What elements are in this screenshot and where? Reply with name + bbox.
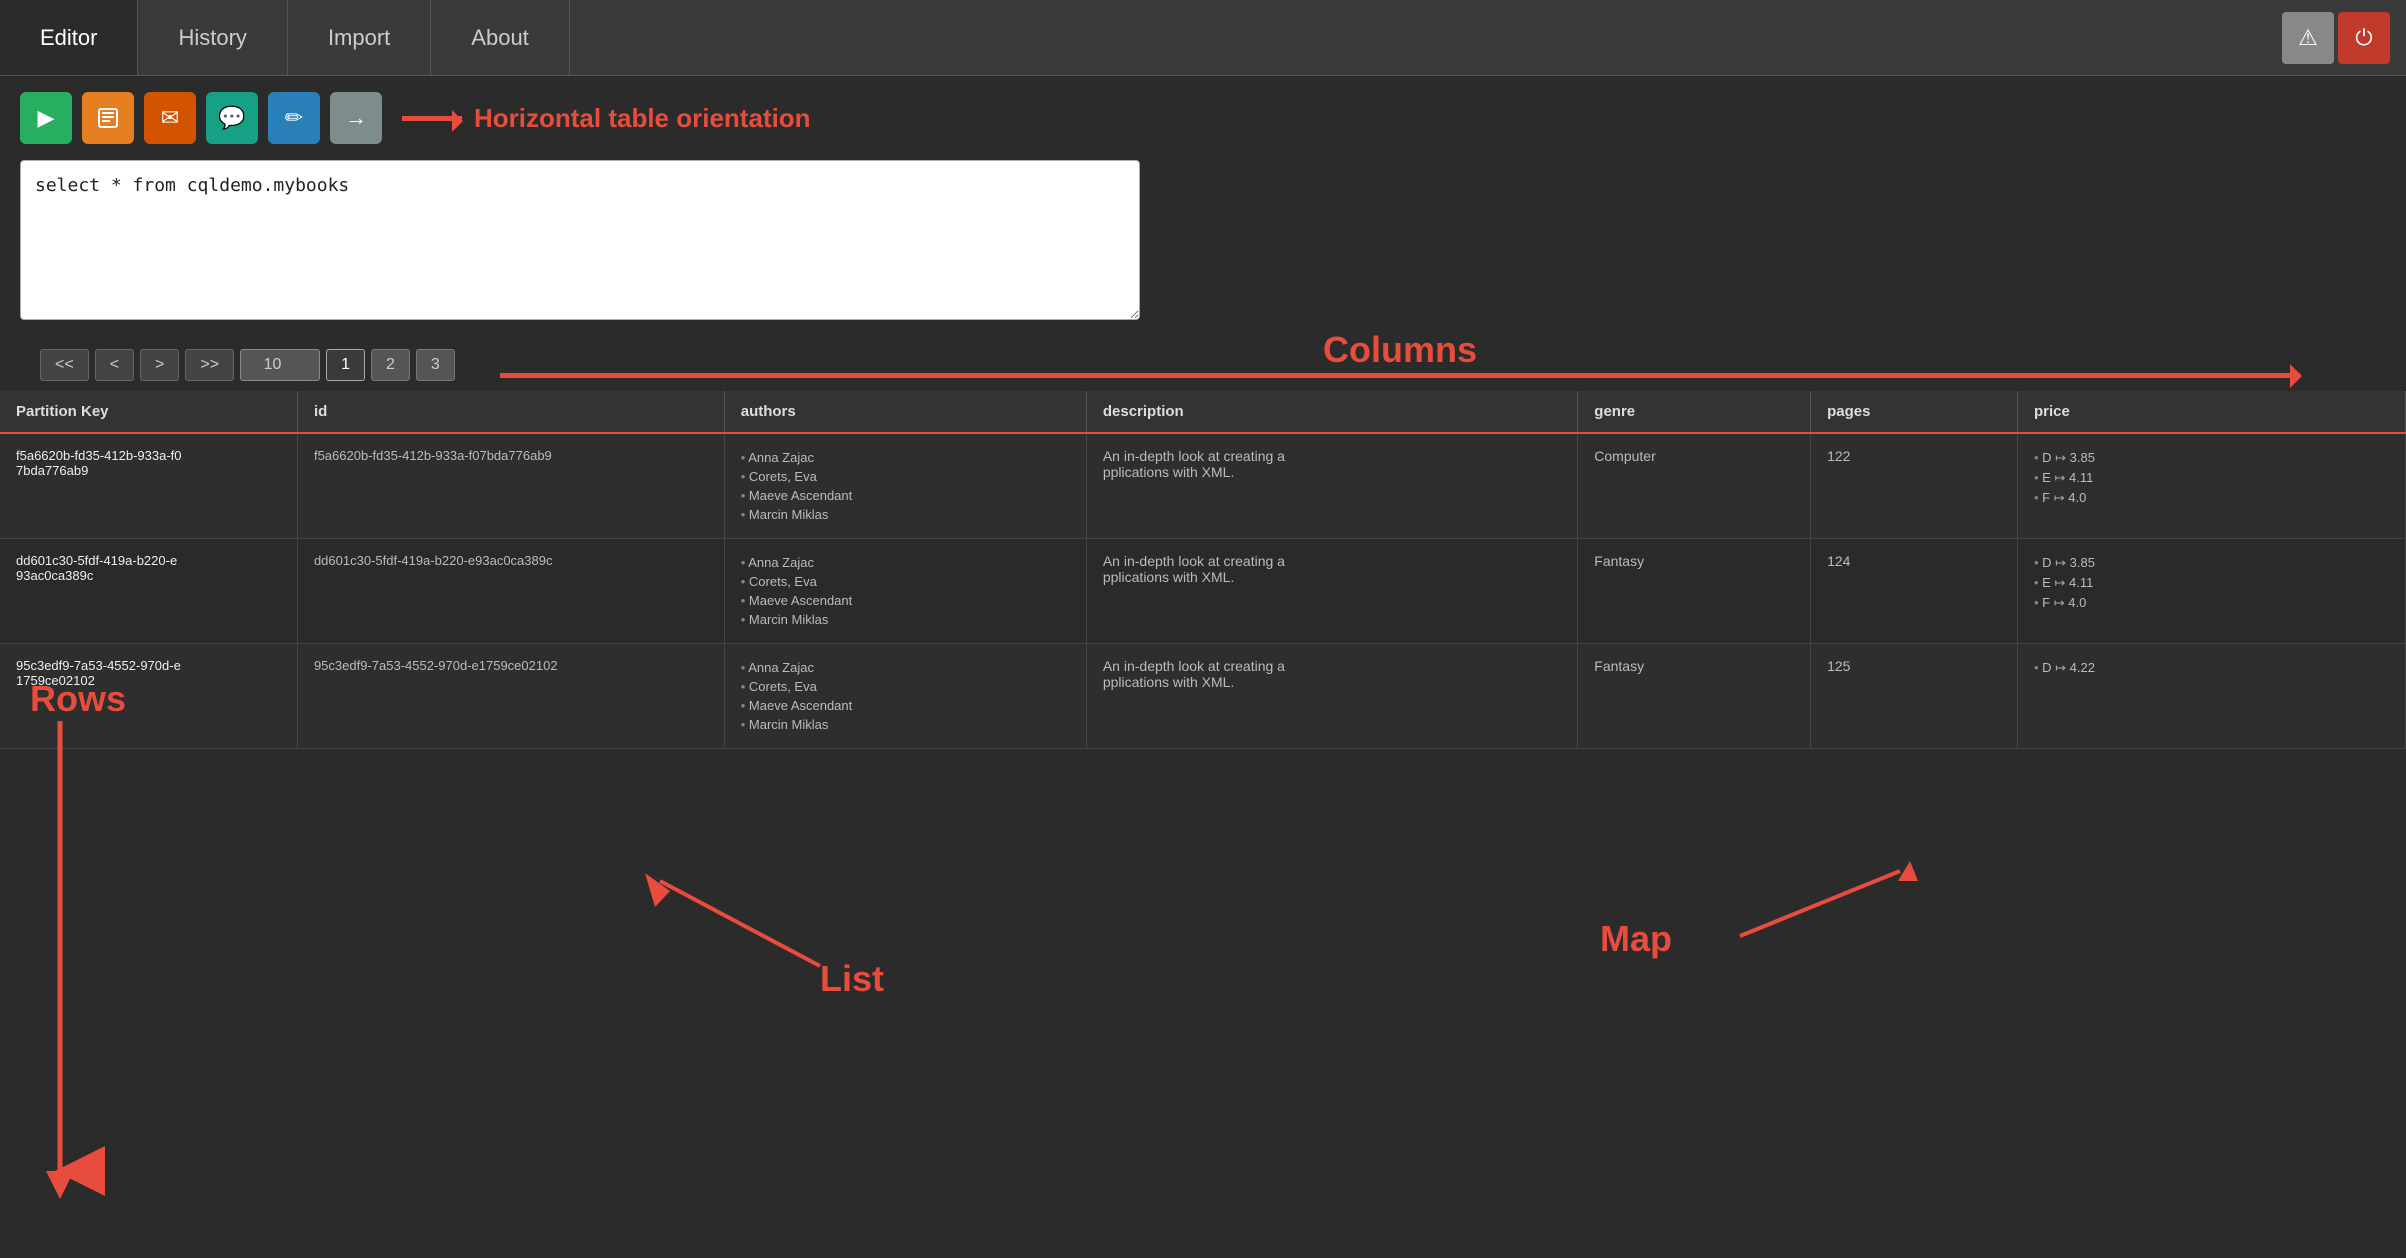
run-button[interactable]: ▶ bbox=[20, 92, 72, 144]
col-price: price bbox=[2017, 391, 2405, 433]
table-header-row: Partition Key id authors description gen… bbox=[0, 391, 2406, 433]
page-2-button[interactable]: 2 bbox=[371, 349, 410, 381]
last-page-button[interactable]: >> bbox=[185, 349, 234, 381]
nav-spacer bbox=[570, 0, 2266, 75]
pagination-bar: << < > >> 1 2 3 bbox=[20, 339, 2386, 391]
cell-genre-2: Fantasy bbox=[1578, 539, 1811, 644]
page-1-button[interactable]: 1 bbox=[326, 349, 365, 381]
rows-arrowhead bbox=[46, 1171, 74, 1199]
list-item: Marcin Miklas bbox=[741, 715, 1070, 734]
list-item: D ↦ 4.22 bbox=[2034, 658, 2389, 678]
cell-genre-3: Fantasy bbox=[1578, 644, 1811, 749]
list-item: Anna Zajac bbox=[741, 448, 1070, 467]
query-editor[interactable]: select * from cqldemo.mybooks bbox=[20, 160, 1140, 320]
cell-id-1: f5a6620b-fd35-412b-933a-f07bda776ab9 bbox=[297, 433, 724, 539]
list-item: Corets, Eva bbox=[741, 572, 1070, 591]
nav-right-icons: ⚠ ⏻ bbox=[2266, 0, 2406, 75]
col-id: id bbox=[297, 391, 724, 433]
list-item: F ↦ 4.0 bbox=[2034, 488, 2389, 508]
cell-description-1: An in-depth look at creating application… bbox=[1086, 433, 1577, 539]
cell-authors-1: Anna Zajac Corets, Eva Maeve Ascendant M… bbox=[724, 433, 1086, 539]
col-pages: pages bbox=[1811, 391, 2018, 433]
cell-description-3: An in-depth look at creating application… bbox=[1086, 644, 1577, 749]
col-genre: genre bbox=[1578, 391, 1811, 433]
list-item: F ↦ 4.0 bbox=[2034, 593, 2389, 613]
cell-pages-2: 124 bbox=[1811, 539, 2018, 644]
cell-price-1: D ↦ 3.85 E ↦ 4.11 F ↦ 4.0 bbox=[2017, 433, 2405, 539]
tab-about[interactable]: About bbox=[431, 0, 570, 75]
map-arrow-line bbox=[1740, 871, 1900, 936]
next-button[interactable]: → bbox=[330, 92, 382, 144]
list-item: Maeve Ascendant bbox=[741, 696, 1070, 715]
cell-partition-key-1: f5a6620b-fd35-412b-933a-f07bda776ab9 bbox=[0, 433, 297, 539]
table-row: dd601c30-5fdf-419a-b220-e93ac0ca389c dd6… bbox=[0, 539, 2406, 644]
next-page-button[interactable]: > bbox=[140, 349, 179, 381]
list-item: Anna Zajac bbox=[741, 553, 1070, 572]
toolbar-annotation: Horizontal table orientation bbox=[402, 103, 811, 134]
list-item: D ↦ 3.85 bbox=[2034, 448, 2389, 468]
list-item: Marcin Miklas bbox=[741, 505, 1070, 524]
page-size-input[interactable] bbox=[240, 349, 320, 381]
map-arrowhead bbox=[1898, 861, 1918, 881]
power-button[interactable]: ⏻ bbox=[2338, 12, 2390, 64]
cell-description-2: An in-depth look at creating application… bbox=[1086, 539, 1577, 644]
top-navigation: Editor History Import About ⚠ ⏻ bbox=[0, 0, 2406, 76]
list-arrowhead bbox=[645, 873, 670, 907]
list-item: E ↦ 4.11 bbox=[2034, 573, 2389, 593]
tab-import[interactable]: Import bbox=[288, 0, 431, 75]
export1-button[interactable] bbox=[82, 92, 134, 144]
export2-button[interactable]: ✉ bbox=[144, 92, 196, 144]
tab-history[interactable]: History bbox=[138, 0, 287, 75]
cell-price-3: D ↦ 4.22 bbox=[2017, 644, 2405, 749]
list-item: Anna Zajac bbox=[741, 658, 1070, 677]
horizontal-table-label: Horizontal table orientation bbox=[474, 103, 811, 134]
table-section: Partition Key id authors description gen… bbox=[0, 391, 2406, 749]
page-3-button[interactable]: 3 bbox=[416, 349, 455, 381]
pagination-section: << < > >> 1 2 3 Columns bbox=[0, 339, 2406, 391]
toolbar: ▶ ✉ 💬 ✏ → Horizontal table orientation bbox=[0, 76, 2406, 160]
list-item: Corets, Eva bbox=[741, 677, 1070, 696]
query-editor-section: select * from cqldemo.mybooks bbox=[0, 160, 2406, 339]
alert-button[interactable]: ⚠ bbox=[2282, 12, 2334, 64]
cell-pages-1: 122 bbox=[1811, 433, 2018, 539]
cell-pages-3: 125 bbox=[1811, 644, 2018, 749]
list-item: Maeve Ascendant bbox=[741, 486, 1070, 505]
list-label: List bbox=[820, 958, 884, 999]
cell-partition-key-2: dd601c30-5fdf-419a-b220-e93ac0ca389c bbox=[0, 539, 297, 644]
list-item: Corets, Eva bbox=[741, 467, 1070, 486]
cell-genre-1: Computer bbox=[1578, 433, 1811, 539]
tab-editor[interactable]: Editor bbox=[0, 0, 138, 75]
cell-price-2: D ↦ 3.85 E ↦ 4.11 F ↦ 4.0 bbox=[2017, 539, 2405, 644]
table-row: f5a6620b-fd35-412b-933a-f07bda776ab9 f5a… bbox=[0, 433, 2406, 539]
edit-button[interactable]: ✏ bbox=[268, 92, 320, 144]
list-arrow-line bbox=[660, 881, 820, 966]
cell-id-2: dd601c30-5fdf-419a-b220-e93ac0ca389c bbox=[297, 539, 724, 644]
map-label: Map bbox=[1600, 918, 1672, 959]
cell-authors-2: Anna Zajac Corets, Eva Maeve Ascendant M… bbox=[724, 539, 1086, 644]
cell-id-3: 95c3edf9-7a53-4552-970d-e1759ce02102 bbox=[297, 644, 724, 749]
table-row: 95c3edf9-7a53-4552-970d-e1759ce02102 95c… bbox=[0, 644, 2406, 749]
col-authors: authors bbox=[724, 391, 1086, 433]
first-page-button[interactable]: << bbox=[40, 349, 89, 381]
results-table: Partition Key id authors description gen… bbox=[0, 391, 2406, 749]
comment-button[interactable]: 💬 bbox=[206, 92, 258, 144]
col-description: description bbox=[1086, 391, 1577, 433]
list-item: E ↦ 4.11 bbox=[2034, 468, 2389, 488]
list-item: D ↦ 3.85 bbox=[2034, 553, 2389, 573]
list-item: Marcin Miklas bbox=[741, 610, 1070, 629]
prev-page-button[interactable]: < bbox=[95, 349, 134, 381]
cell-partition-key-3: 95c3edf9-7a53-4552-970d-e1759ce02102 bbox=[0, 644, 297, 749]
cell-authors-3: Anna Zajac Corets, Eva Maeve Ascendant M… bbox=[724, 644, 1086, 749]
col-partition-key: Partition Key bbox=[0, 391, 297, 433]
arrow-icon bbox=[402, 116, 462, 121]
list-item: Maeve Ascendant bbox=[741, 591, 1070, 610]
